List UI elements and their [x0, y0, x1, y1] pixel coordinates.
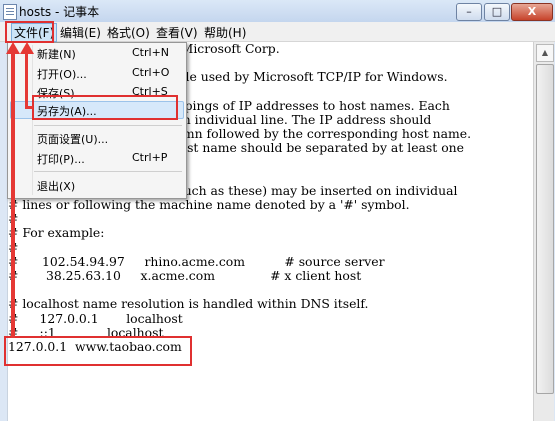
annotation-arrow-line [11, 53, 15, 338]
menu-item-page-setup[interactable]: 页面设置(U)... [37, 131, 108, 147]
editor-line: # [8, 212, 471, 226]
menu-item-print[interactable]: 打印(P)... [37, 151, 85, 167]
file-menu-dropdown: 新建(N) Ctrl+N 打开(O)... Ctrl+O 保存(S) Ctrl+… [7, 42, 187, 199]
title-bar[interactable]: hosts - 记事本 – □ X [0, 0, 555, 23]
annotation-arrow-line [25, 106, 33, 109]
editor-line: # 38.25.63.10 x.acme.com # x client host [8, 268, 362, 283]
menu-bar: 文件(F) 编辑(E) 格式(O) 查看(V) 帮助(H) [0, 22, 555, 42]
menu-format[interactable]: 格式(O) [107, 24, 150, 41]
menu-help[interactable]: 帮助(H) [204, 24, 246, 41]
close-button[interactable]: X [511, 3, 553, 21]
menu-separator [34, 171, 182, 172]
minimize-button[interactable]: – [456, 3, 482, 21]
shortcut-open: Ctrl+O [132, 66, 170, 79]
annotation-box-save-as [32, 95, 178, 120]
menu-gutter [32, 45, 33, 195]
annotation-box-file-menu [5, 21, 54, 43]
menu-item-new[interactable]: 新建(N) [37, 46, 76, 62]
menu-item-exit[interactable]: 退出(X) [37, 178, 75, 194]
shortcut-new: Ctrl+N [132, 46, 170, 59]
menu-item-open[interactable]: 打开(O)... [37, 66, 87, 82]
scrollbar-thumb[interactable] [536, 64, 554, 394]
window-title: hosts - 记事本 [19, 5, 100, 19]
editor-line: # localhost name resolution is handled w… [8, 296, 369, 312]
menu-separator [34, 125, 182, 126]
editor-line: # [8, 240, 471, 255]
editor-line [8, 283, 471, 297]
annotation-arrow-line [25, 53, 28, 108]
scroll-up-icon[interactable]: ▲ [536, 44, 554, 62]
menu-edit[interactable]: 编辑(E) [60, 24, 101, 41]
notepad-icon [3, 4, 17, 20]
editor-line: # lines or following the machine name de… [8, 197, 410, 213]
menu-view[interactable]: 查看(V) [156, 24, 198, 41]
annotation-box-new-entry [4, 336, 192, 366]
shortcut-print: Ctrl+P [132, 151, 168, 164]
editor-line: # 102.54.94.97 rhino.acme.com # source s… [8, 253, 385, 269]
maximize-button[interactable]: □ [484, 3, 510, 21]
editor-line: # 127.0.0.1 localhost [8, 310, 183, 326]
editor-line: # For example: [8, 225, 105, 241]
vertical-scrollbar[interactable]: ▲ [533, 42, 554, 421]
